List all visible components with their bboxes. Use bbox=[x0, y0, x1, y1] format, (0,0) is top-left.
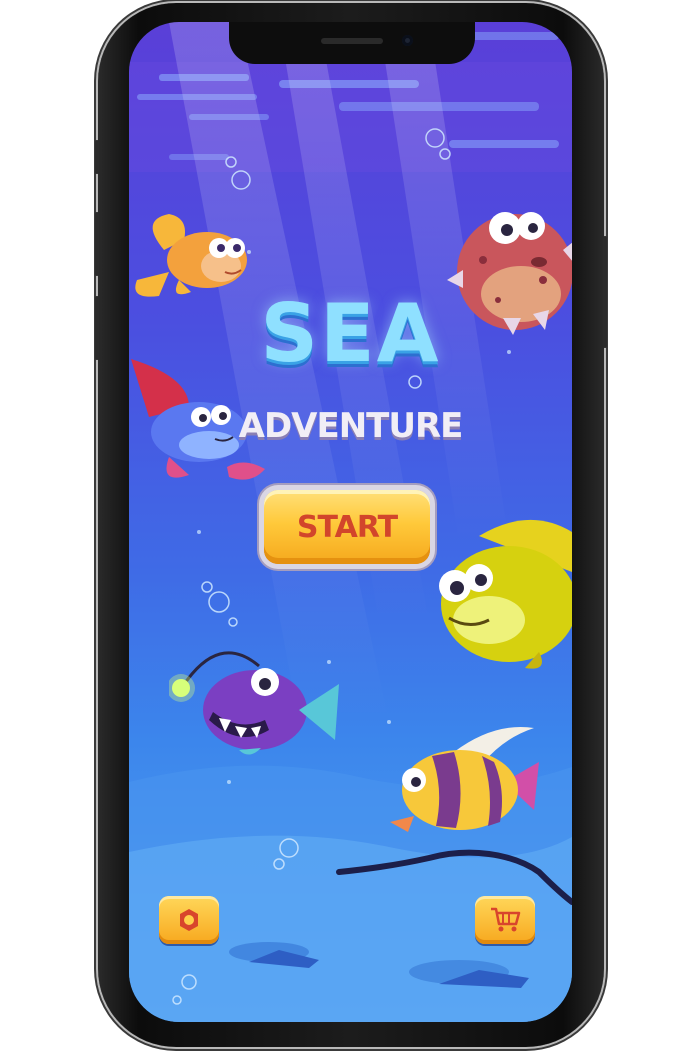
striped-fish bbox=[390, 727, 539, 832]
orange-goldfish bbox=[135, 214, 247, 297]
phone-volume-up bbox=[95, 212, 99, 276]
game-title: SEA bbox=[260, 287, 441, 380]
shop-button[interactable] bbox=[475, 896, 535, 944]
start-button[interactable]: START bbox=[264, 490, 430, 564]
phone-volume-down bbox=[95, 296, 99, 360]
phone-power-button bbox=[603, 236, 607, 348]
yellow-fish bbox=[439, 519, 572, 669]
game-screen: SEA ADVENTURE START bbox=[129, 22, 572, 1022]
shopping-cart-icon bbox=[491, 907, 521, 932]
game-subtitle: ADVENTURE bbox=[238, 406, 464, 446]
settings-button[interactable] bbox=[159, 896, 219, 944]
gear-icon bbox=[180, 909, 198, 931]
phone-camera bbox=[402, 35, 413, 46]
anglerfish bbox=[169, 651, 339, 755]
phone-speaker bbox=[321, 38, 383, 44]
phone-mute-switch bbox=[95, 140, 99, 174]
